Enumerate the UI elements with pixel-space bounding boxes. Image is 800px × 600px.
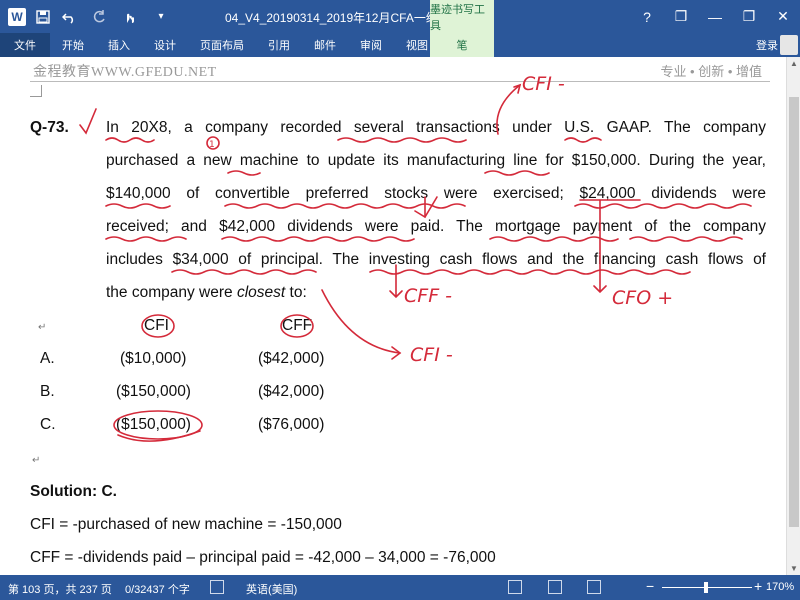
ink-tools-context-label: 墨迹书写工具 (430, 0, 494, 33)
option-a-cff: ($42,000) (258, 350, 325, 367)
tab-home[interactable]: 开始 (50, 33, 96, 57)
save-icon[interactable] (34, 8, 52, 26)
paragraph-mark: ↵ (32, 455, 41, 466)
scroll-thumb[interactable] (789, 97, 799, 527)
solution-line-cfi: CFI = -purchased of new machine = -150,0… (30, 516, 342, 533)
title-bar: W ▾ 04_V4_20190314_2019年12月CFA一级百题... 墨迹… (0, 0, 800, 33)
question-line-3: $140,000 of convertible preferred stocks… (106, 185, 766, 202)
tab-pen[interactable]: 笔 (430, 33, 494, 57)
header-divider (30, 81, 770, 82)
ribbon-tabs: 文件 开始 插入 设计 页面布局 引用 邮件 审阅 视图 笔 登录 (0, 33, 800, 57)
ribbon-display-options-button[interactable]: ❐ (664, 8, 698, 25)
print-layout-icon[interactable] (548, 580, 562, 594)
option-a-cfi: ($10,000) (120, 350, 187, 367)
question-line-6-post: to: (285, 284, 307, 301)
option-b-letter: B. (40, 383, 55, 400)
option-b-cfi: ($150,000) (116, 383, 191, 400)
column-header-cff: CFF (282, 317, 313, 334)
sign-in-link[interactable]: 登录 (756, 37, 778, 53)
minimize-button[interactable]: — (698, 9, 732, 25)
question-line-2: purchased a new machine to update its ma… (106, 152, 766, 169)
solution-line-cff: CFF = -dividends paid – principal paid =… (30, 549, 496, 566)
tab-review[interactable]: 审阅 (348, 33, 394, 57)
ink-circled-one: 1 (209, 140, 215, 150)
customize-quick-access-icon[interactable]: ▾ (152, 8, 170, 26)
word-app-icon[interactable]: W (8, 7, 26, 26)
question-line-5: includes $34,000 of principal. The inves… (106, 251, 766, 268)
question-line-4: received; and $42,000 dividends were pai… (106, 218, 766, 235)
tab-page-layout[interactable]: 页面布局 (188, 33, 256, 57)
zoom-slider-thumb[interactable] (704, 582, 708, 593)
tab-design[interactable]: 设计 (142, 33, 188, 57)
tab-file[interactable]: 文件 (0, 33, 50, 57)
maximize-button[interactable]: ❐ (732, 8, 766, 25)
read-mode-icon[interactable] (508, 580, 522, 594)
page-header-left: 金程教育WWW.GFEDU.NET (33, 65, 217, 80)
question-line-6: the company were closest to: (106, 284, 766, 302)
ink-label-cfi-minus-top: CFI - (522, 73, 565, 95)
column-header-cfi: CFI (144, 317, 169, 334)
close-button[interactable]: ✕ (766, 8, 800, 25)
scroll-down-icon[interactable]: ▼ (790, 564, 798, 573)
margin-corner-mark (30, 85, 42, 97)
question-emphasis: closest (236, 284, 286, 301)
language-indicator[interactable]: 英语(美国) (246, 581, 297, 597)
status-bar: 第 103 页，共 237 页 0/32437 个字 英语(美国) − + 17… (0, 575, 800, 600)
check-mark-icon (79, 108, 97, 135)
proofing-icon[interactable] (210, 580, 224, 594)
vertical-scrollbar[interactable]: ▲ ▼ (786, 57, 800, 575)
question-line-6-pre: the company were (106, 284, 237, 301)
tab-mailings[interactable]: 邮件 (302, 33, 348, 57)
page-header-right: 专业 • 创新 • 增值 (660, 64, 762, 79)
solution-title: Solution: C. (30, 483, 117, 500)
zoom-in-icon[interactable]: + (754, 578, 762, 594)
scroll-up-icon[interactable]: ▲ (790, 59, 798, 68)
redo-icon[interactable] (90, 8, 108, 26)
tab-references[interactable]: 引用 (256, 33, 302, 57)
option-a-letter: A. (40, 350, 55, 367)
option-c-letter: C. (40, 416, 56, 433)
ink-label-cfi-minus: CFI - (410, 344, 453, 366)
web-layout-icon[interactable] (587, 580, 601, 594)
document-page[interactable]: 金程教育WWW.GFEDU.NET 专业 • 创新 • 增值 Q-73. In … (0, 57, 786, 575)
paragraph-mark: ↵ (38, 322, 47, 333)
question-line-1: In 20X8, a company recorded several tran… (106, 119, 766, 136)
tab-insert[interactable]: 插入 (96, 33, 142, 57)
question-number: Q-73. (30, 119, 69, 136)
window-controls: ? ❐ — ❐ ✕ (630, 0, 800, 33)
circled-number-mark (206, 136, 220, 150)
touch-mode-icon[interactable] (120, 8, 138, 26)
option-b-cff: ($42,000) (258, 383, 325, 400)
account-avatar[interactable] (780, 35, 798, 55)
word-count[interactable]: 0/32437 个字 (125, 581, 190, 597)
help-button[interactable]: ? (630, 9, 664, 25)
option-c-cfi: ($150,000) (116, 416, 191, 433)
zoom-level[interactable]: 170% (766, 581, 794, 593)
page-count[interactable]: 第 103 页，共 237 页 (8, 581, 112, 597)
zoom-out-icon[interactable]: − (646, 578, 654, 594)
option-c-cff: ($76,000) (258, 416, 325, 433)
undo-icon[interactable] (60, 8, 78, 26)
